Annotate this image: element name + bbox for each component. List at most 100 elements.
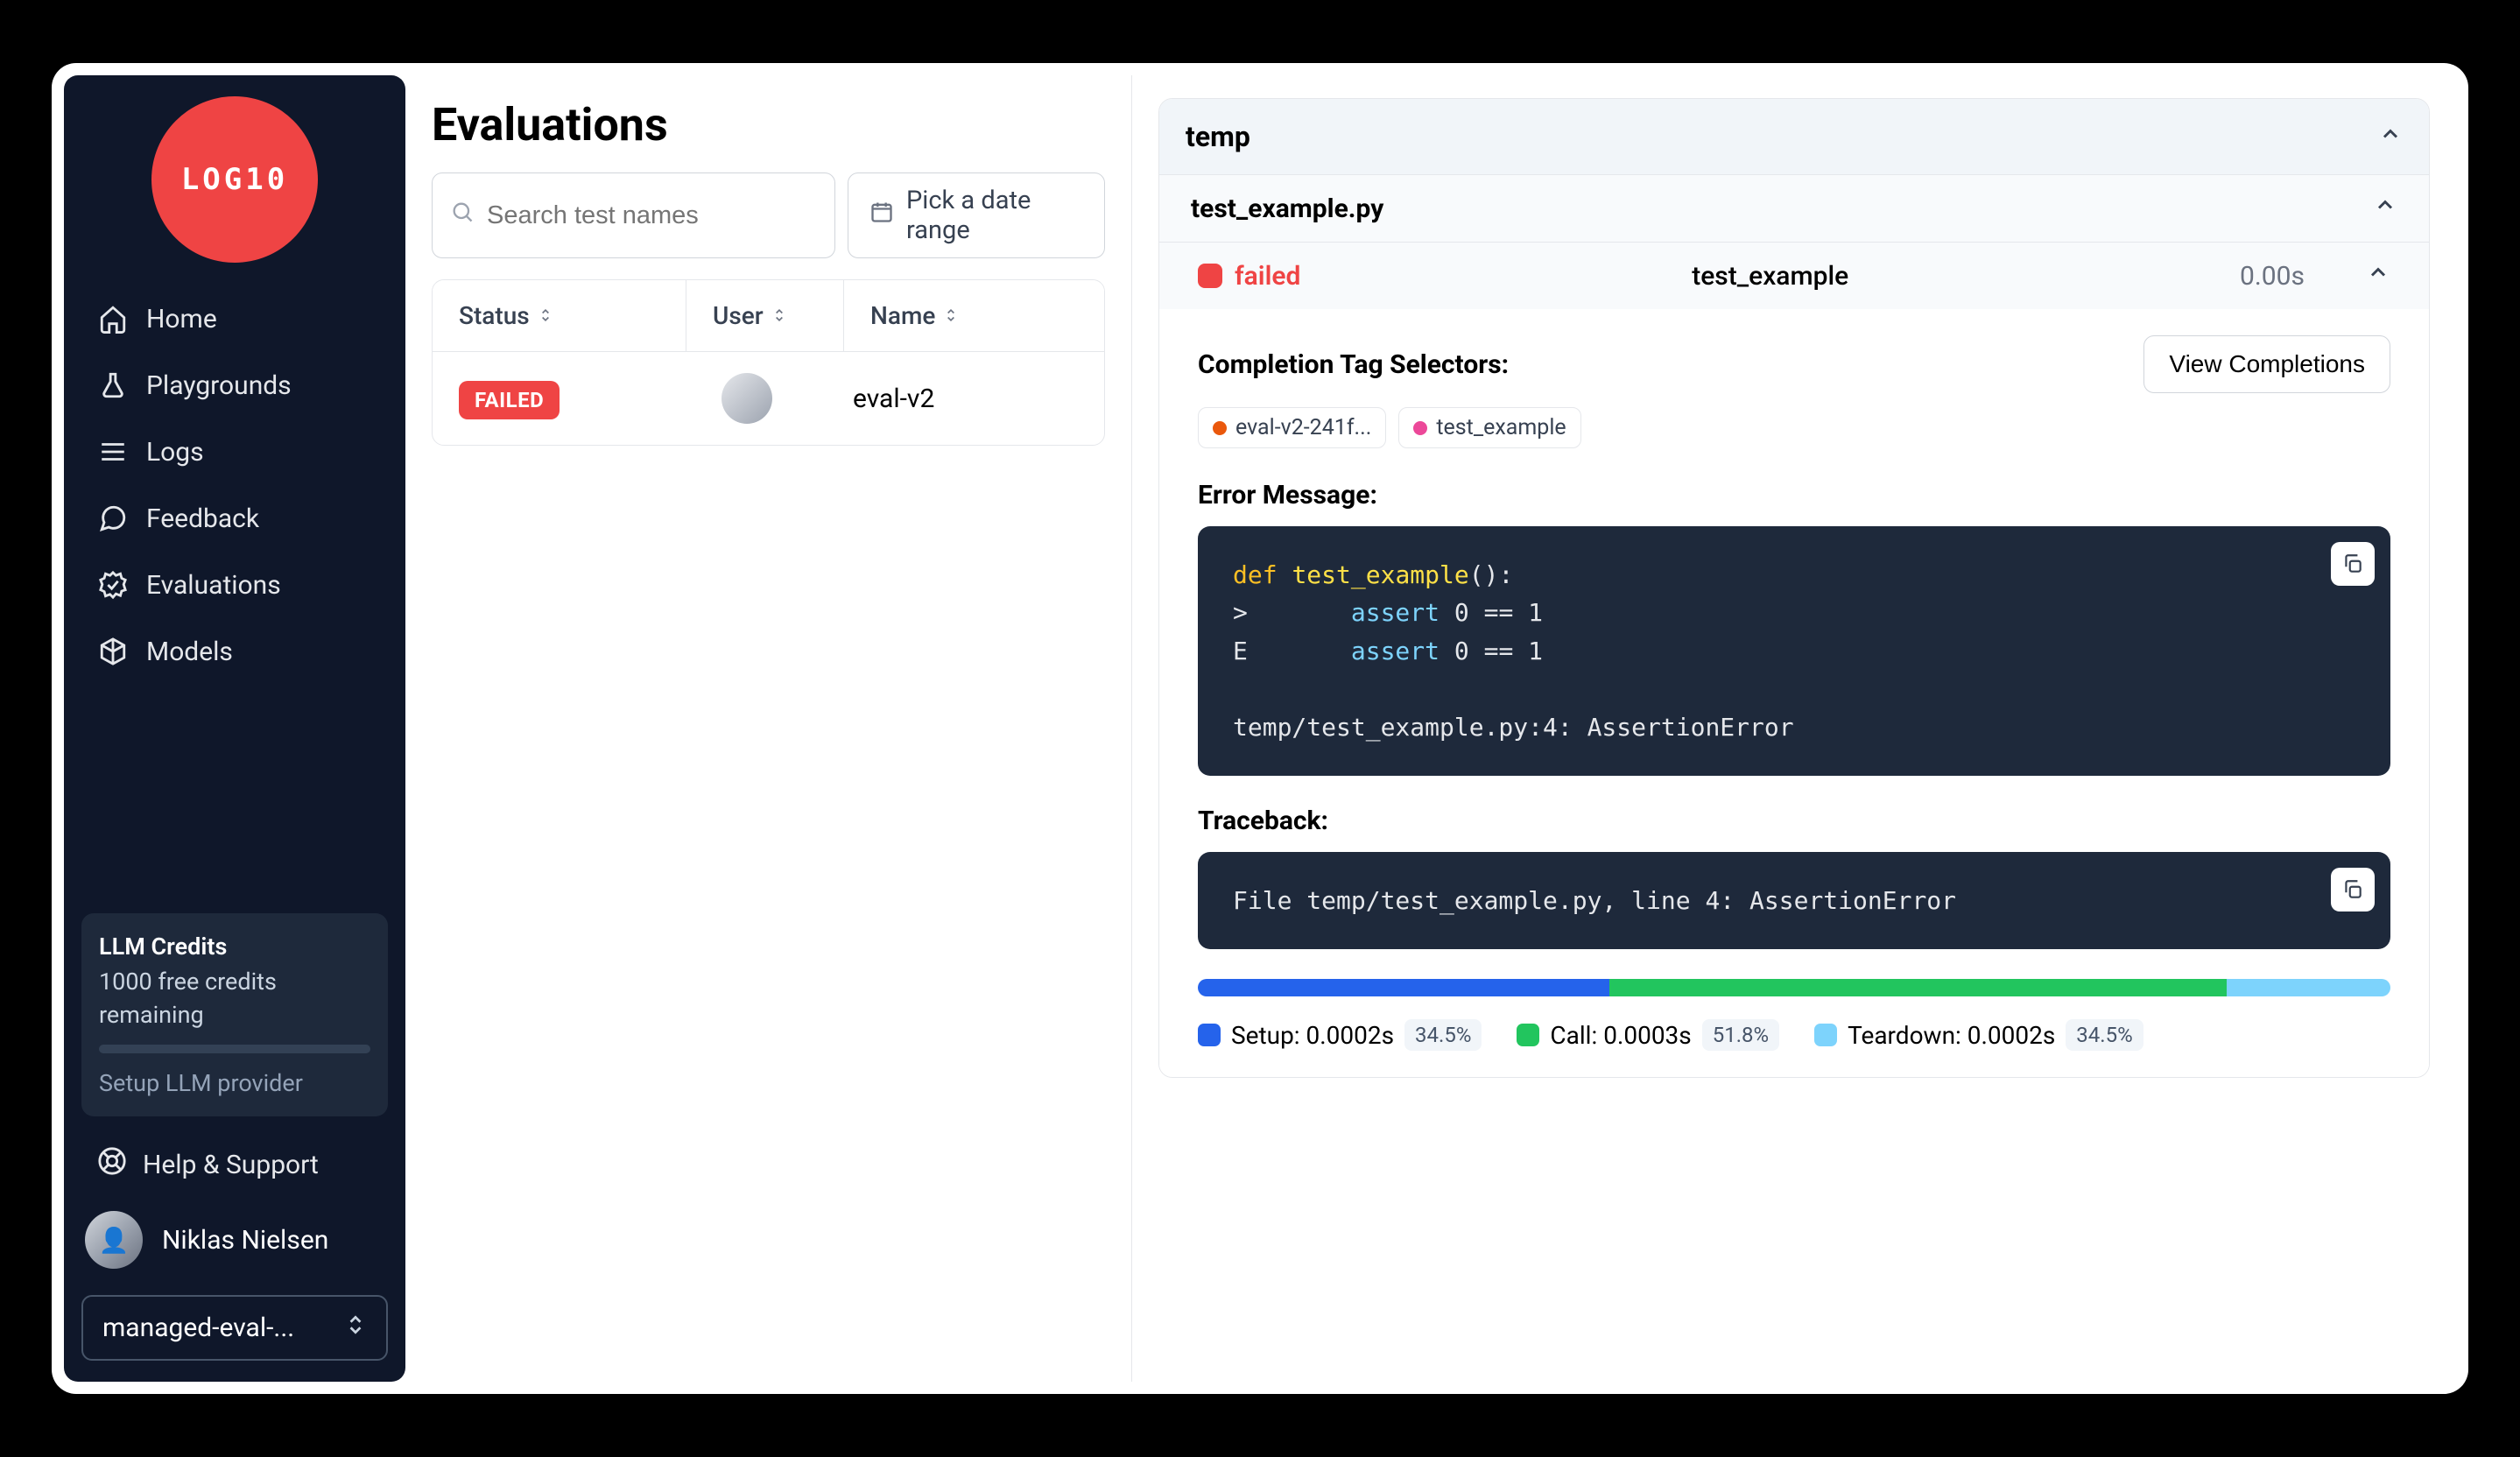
user-row[interactable]: 👤 Niklas Nielsen <box>81 1197 388 1283</box>
tag-text: test_example <box>1436 415 1566 440</box>
sort-icon <box>771 301 788 330</box>
search-input[interactable] <box>487 201 817 230</box>
col-user[interactable]: User <box>686 280 844 351</box>
timing-call <box>1609 979 2228 996</box>
status-badge: FAILED <box>459 381 560 419</box>
nav-label: Playgrounds <box>146 370 292 401</box>
page-title: Evaluations <box>432 98 1105 151</box>
traceback-label: Traceback: <box>1198 806 2390 836</box>
legend-swatch <box>1517 1024 1539 1046</box>
list-icon <box>97 436 129 468</box>
sidebar: LOG10 Home Playgrounds Logs Feedback Eva… <box>64 75 405 1382</box>
nav-evaluations[interactable]: Evaluations <box>81 555 388 615</box>
brand-logo: LOG10 <box>151 96 318 263</box>
credits-title: LLM Credits <box>99 933 370 961</box>
file-header[interactable]: test_example.py <box>1159 174 2429 242</box>
test-body: Completion Tag Selectors: View Completio… <box>1159 309 2429 1077</box>
nav-label: Models <box>146 637 233 667</box>
tag-dot <box>1413 421 1427 435</box>
chevron-up-icon <box>2366 260 2390 292</box>
chevron-up-icon <box>2373 193 2397 224</box>
error-code: def test_example(): > assert 0 == 1 E as… <box>1198 526 2390 776</box>
logo-container: LOG10 <box>81 96 388 263</box>
table-row[interactable]: FAILED eval-v2 <box>433 352 1104 445</box>
lifebuoy-icon <box>97 1146 127 1183</box>
detail-pane: temp test_example.py failed test_example… <box>1132 75 2456 1382</box>
tag-dot <box>1213 421 1227 435</box>
timing-bar <box>1198 979 2390 996</box>
suite-name: temp <box>1186 120 1250 153</box>
app-frame: LOG10 Home Playgrounds Logs Feedback Eva… <box>52 63 2468 1394</box>
cell-user <box>686 362 844 434</box>
search-input-wrap[interactable] <box>432 172 835 258</box>
check-badge-icon <box>97 569 129 601</box>
org-label: managed-eval-... <box>102 1313 294 1343</box>
suite-header[interactable]: temp <box>1159 99 2429 174</box>
test-name: test_example <box>1692 261 1848 292</box>
legend-swatch <box>1814 1024 1837 1046</box>
completion-title: Completion Tag Selectors: <box>1198 349 1509 380</box>
table-header: Status User Name <box>433 280 1104 352</box>
flask-icon <box>97 370 129 401</box>
chevron-up-icon <box>2378 120 2403 153</box>
timing-legend: Setup: 0.0002s 34.5% Call: 0.0003s 51.8%… <box>1198 1019 2390 1051</box>
tag-text: eval-v2-241f... <box>1235 415 1371 440</box>
nav-label: Evaluations <box>146 570 281 601</box>
tag[interactable]: eval-v2-241f... <box>1198 407 1386 448</box>
suite-accordion: temp test_example.py failed test_example… <box>1158 98 2430 1078</box>
legend-swatch <box>1198 1024 1221 1046</box>
nav-label: Feedback <box>146 503 259 534</box>
chat-icon <box>97 503 129 534</box>
view-completions-button[interactable]: View Completions <box>2143 335 2390 393</box>
avatar: 👤 <box>85 1211 143 1269</box>
col-status[interactable]: Status <box>433 280 686 351</box>
toolbar: Pick a date range <box>432 172 1105 258</box>
timing-setup <box>1198 979 1609 996</box>
credits-panel: LLM Credits 1000 free credits remaining … <box>81 913 388 1116</box>
traceback-code: File temp/test_example.py, line 4: Asser… <box>1198 852 2390 949</box>
date-range-button[interactable]: Pick a date range <box>848 172 1105 258</box>
help-support[interactable]: Help & Support <box>81 1132 388 1197</box>
nav-playgrounds[interactable]: Playgrounds <box>81 355 388 415</box>
org-selector[interactable]: managed-eval-... <box>81 1295 388 1361</box>
test-duration: 0.00s <box>2240 261 2305 292</box>
cube-icon <box>97 636 129 667</box>
test-row[interactable]: failed test_example 0.00s <box>1159 242 2429 309</box>
list-pane: Evaluations Pick a date range Status <box>405 75 1132 1382</box>
sort-icon <box>942 301 960 330</box>
tag[interactable]: test_example <box>1398 407 1580 448</box>
credits-subtitle: 1000 free credits remaining <box>99 966 370 1032</box>
main: Evaluations Pick a date range Status <box>405 75 2456 1382</box>
col-name[interactable]: Name <box>844 280 1104 351</box>
nav-feedback[interactable]: Feedback <box>81 489 388 548</box>
file-name: test_example.py <box>1191 194 1383 224</box>
copy-button[interactable] <box>2331 868 2375 912</box>
nav-label: Logs <box>146 437 204 468</box>
nav-models[interactable]: Models <box>81 622 388 681</box>
row-avatar <box>722 373 772 424</box>
cell-name: eval-v2 <box>844 373 1104 425</box>
tag-list: eval-v2-241f... test_example <box>1198 407 2390 448</box>
credits-setup-link[interactable]: Setup LLM provider <box>99 1069 370 1097</box>
calendar-icon <box>869 200 894 231</box>
legend-setup: Setup: 0.0002s 34.5% <box>1198 1019 1482 1051</box>
test-status: failed <box>1235 261 1300 292</box>
home-icon <box>97 303 129 334</box>
evaluations-table: Status User Name FAILED <box>432 279 1105 446</box>
credits-progress <box>99 1045 370 1053</box>
legend-call: Call: 0.0003s 51.8% <box>1517 1019 1779 1051</box>
user-name: Niklas Nielsen <box>162 1225 328 1256</box>
copy-button[interactable] <box>2331 542 2375 586</box>
search-icon <box>450 200 475 231</box>
nav: Home Playgrounds Logs Feedback Evaluatio… <box>81 289 388 681</box>
chevron-updown-icon <box>344 1313 367 1343</box>
nav-home[interactable]: Home <box>81 289 388 348</box>
timing-teardown <box>2227 979 2390 996</box>
nav-logs[interactable]: Logs <box>81 422 388 482</box>
status-dot <box>1198 264 1222 288</box>
sort-icon <box>537 301 554 330</box>
date-label: Pick a date range <box>906 186 1083 245</box>
help-label: Help & Support <box>143 1150 319 1180</box>
cell-status: FAILED <box>433 374 686 424</box>
error-label: Error Message: <box>1198 480 2390 510</box>
